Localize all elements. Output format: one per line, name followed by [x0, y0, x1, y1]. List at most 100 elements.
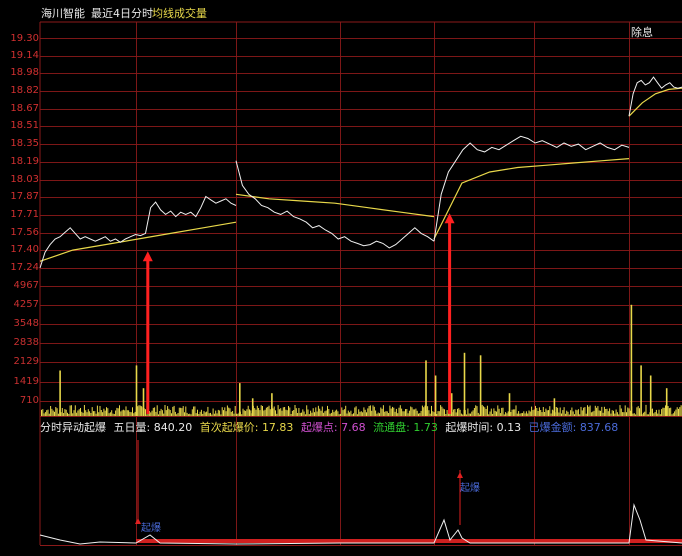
volume-bar [628, 408, 630, 416]
volume-bar [262, 406, 263, 416]
volume-bar [394, 411, 396, 416]
volume-bar [481, 404, 483, 416]
volume-bar [668, 408, 670, 416]
volume-bar [645, 404, 647, 416]
volume-bar [470, 413, 471, 416]
volume-bar [632, 413, 634, 416]
volume-bar [507, 411, 509, 416]
volume-bar [74, 405, 76, 416]
volume-bar [158, 414, 159, 416]
volume-peak-bar [434, 375, 437, 416]
volume-bar [414, 409, 416, 416]
volume-bar [184, 412, 185, 416]
volume-bar [191, 409, 193, 416]
volume-bar [515, 405, 517, 416]
volume-bar [563, 407, 565, 416]
volume-bar [190, 414, 192, 416]
volume-bar [77, 410, 79, 416]
volume-bar [637, 406, 639, 416]
volume-bar [87, 409, 89, 416]
volume-bar [304, 414, 306, 416]
volume-bar [256, 405, 258, 416]
volume-bar [567, 411, 569, 416]
volume-bar [217, 409, 219, 416]
volume-bar [125, 406, 127, 416]
volume-bar [161, 410, 163, 416]
volume-bar [234, 406, 236, 416]
volume-bar [137, 406, 139, 416]
volume-bar [224, 407, 226, 416]
volume-bar [533, 409, 535, 416]
volume-bar [48, 413, 50, 416]
volume-bar [600, 410, 601, 416]
volume-bar [589, 405, 591, 416]
volume-bar [211, 414, 213, 416]
volume-bar [156, 405, 158, 416]
volume-bar [294, 405, 296, 416]
volume-bar [672, 413, 674, 416]
volume-bar [438, 411, 440, 416]
avg-line [628, 87, 682, 117]
volume-bar [150, 412, 152, 416]
volume-bar [199, 411, 201, 416]
price-line [628, 76, 682, 117]
intraday-chart[interactable]: 起爆起爆 [0, 0, 682, 556]
volume-peak-bar [553, 398, 556, 416]
volume-bar [382, 405, 384, 416]
volume-bar [663, 407, 665, 416]
volume-bar [402, 411, 404, 416]
volume-bar [363, 407, 365, 416]
volume-bar [574, 414, 575, 416]
volume-bar [223, 410, 224, 416]
volume-bar [306, 405, 308, 416]
volume-bar [50, 406, 52, 416]
volume-bar [467, 408, 469, 416]
volume-bar [636, 407, 638, 416]
volume-bar [109, 412, 111, 416]
volume-bar [195, 413, 197, 416]
volume-bar [228, 407, 230, 416]
burst-amount-value: 837.68 [579, 421, 619, 434]
volume-bar [523, 411, 525, 416]
volume-bar [359, 411, 361, 416]
volume-bar [441, 406, 443, 416]
volume-bar [310, 410, 312, 416]
volume-bar [644, 411, 646, 416]
volume-bar [117, 408, 119, 416]
volume-bar [555, 407, 557, 416]
volume-bar [63, 413, 65, 416]
volume-bar [606, 408, 608, 416]
volume-bar [307, 409, 309, 416]
volume-bar [457, 408, 458, 416]
volume-peak-bar [463, 352, 466, 416]
volume-bar [44, 412, 46, 416]
volume-bar [460, 413, 462, 416]
volume-bar [112, 413, 114, 416]
volume-bar [611, 410, 613, 416]
volume-bar [380, 407, 382, 416]
volume-bar [369, 405, 371, 416]
volume-bar [620, 408, 622, 416]
volume-bar [423, 407, 425, 416]
volume-bar [390, 408, 392, 416]
volume-bar [655, 409, 657, 416]
volume-bar [408, 410, 410, 416]
volume-bar [347, 410, 349, 416]
burst-marker-label: 起爆 [460, 482, 480, 494]
volume-bar [518, 411, 520, 416]
volume-bar [367, 408, 369, 416]
volume-bar [82, 412, 84, 416]
volume-bar [55, 407, 57, 416]
volume-bar [566, 410, 568, 416]
volume-bar [667, 406, 669, 416]
volume-bar [83, 405, 85, 416]
volume-bar [122, 409, 124, 416]
volume-bar [289, 407, 291, 416]
volume-bar [332, 409, 334, 416]
volume-bar [601, 406, 603, 416]
volume-bar [255, 409, 257, 416]
volume-peak-bar [630, 304, 633, 416]
volume-bar [141, 406, 143, 416]
volume-bar [282, 407, 284, 416]
volume-bar [185, 406, 187, 416]
